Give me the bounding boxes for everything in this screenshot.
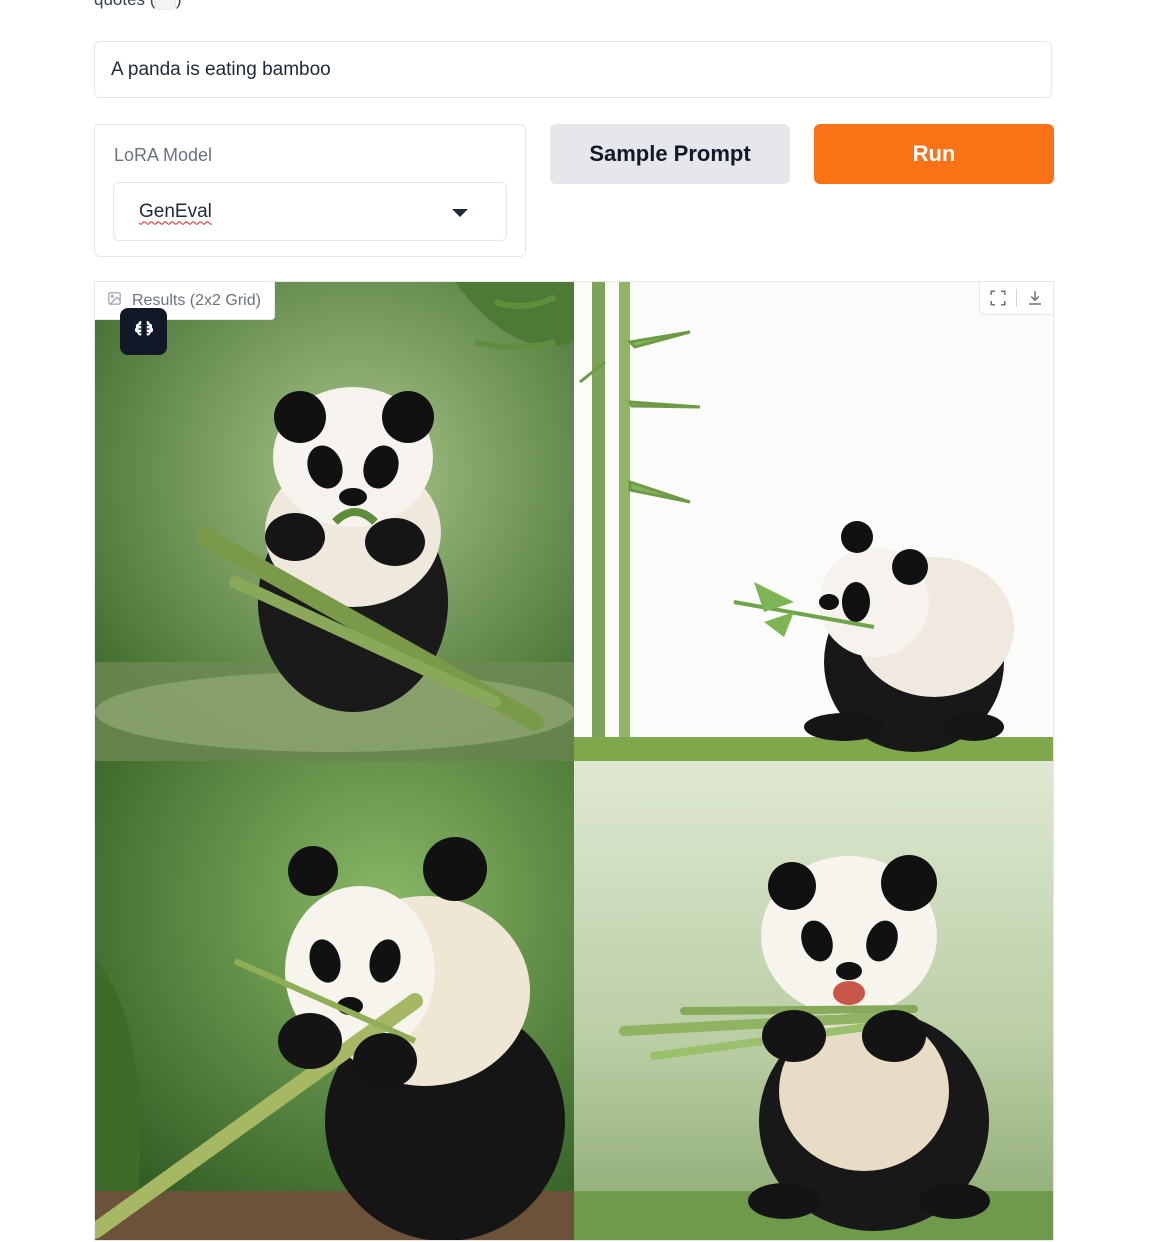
lora-model-selected: GenEval bbox=[139, 200, 212, 222]
result-image-4[interactable] bbox=[574, 761, 1053, 1240]
inline-code: " bbox=[155, 0, 176, 10]
prompt-input-value: A panda is eating bamboo bbox=[111, 58, 331, 80]
run-button[interactable]: Run bbox=[814, 124, 1054, 184]
lora-model-panel: LoRA Model GenEval bbox=[94, 124, 526, 257]
lora-model-label: LoRA Model bbox=[114, 145, 213, 165]
download-icon[interactable] bbox=[1023, 286, 1047, 310]
note-prefix: quotes ( bbox=[94, 0, 155, 9]
fullscreen-icon[interactable] bbox=[986, 286, 1010, 310]
gallery-toolbar bbox=[979, 282, 1053, 315]
sample-prompt-button[interactable]: Sample Prompt bbox=[550, 124, 790, 184]
image-icon bbox=[107, 291, 122, 311]
brain-icon-button[interactable] bbox=[120, 308, 167, 355]
results-label-text: Results (2x2 Grid) bbox=[132, 291, 261, 309]
lora-model-dropdown[interactable]: GenEval bbox=[113, 182, 507, 241]
result-image-1[interactable] bbox=[95, 282, 574, 761]
prompt-input[interactable]: A panda is eating bamboo bbox=[94, 41, 1052, 98]
chevron-down-icon bbox=[452, 209, 468, 217]
results-gallery: Results (2x2 Grid) bbox=[94, 281, 1054, 1241]
note-suffix: ) bbox=[176, 0, 182, 9]
toolbar-divider bbox=[1016, 289, 1017, 307]
result-image-2[interactable] bbox=[574, 282, 1053, 761]
brain-icon bbox=[133, 318, 155, 345]
instruction-note: quotes (") bbox=[94, 0, 182, 10]
result-image-3[interactable] bbox=[95, 761, 574, 1240]
